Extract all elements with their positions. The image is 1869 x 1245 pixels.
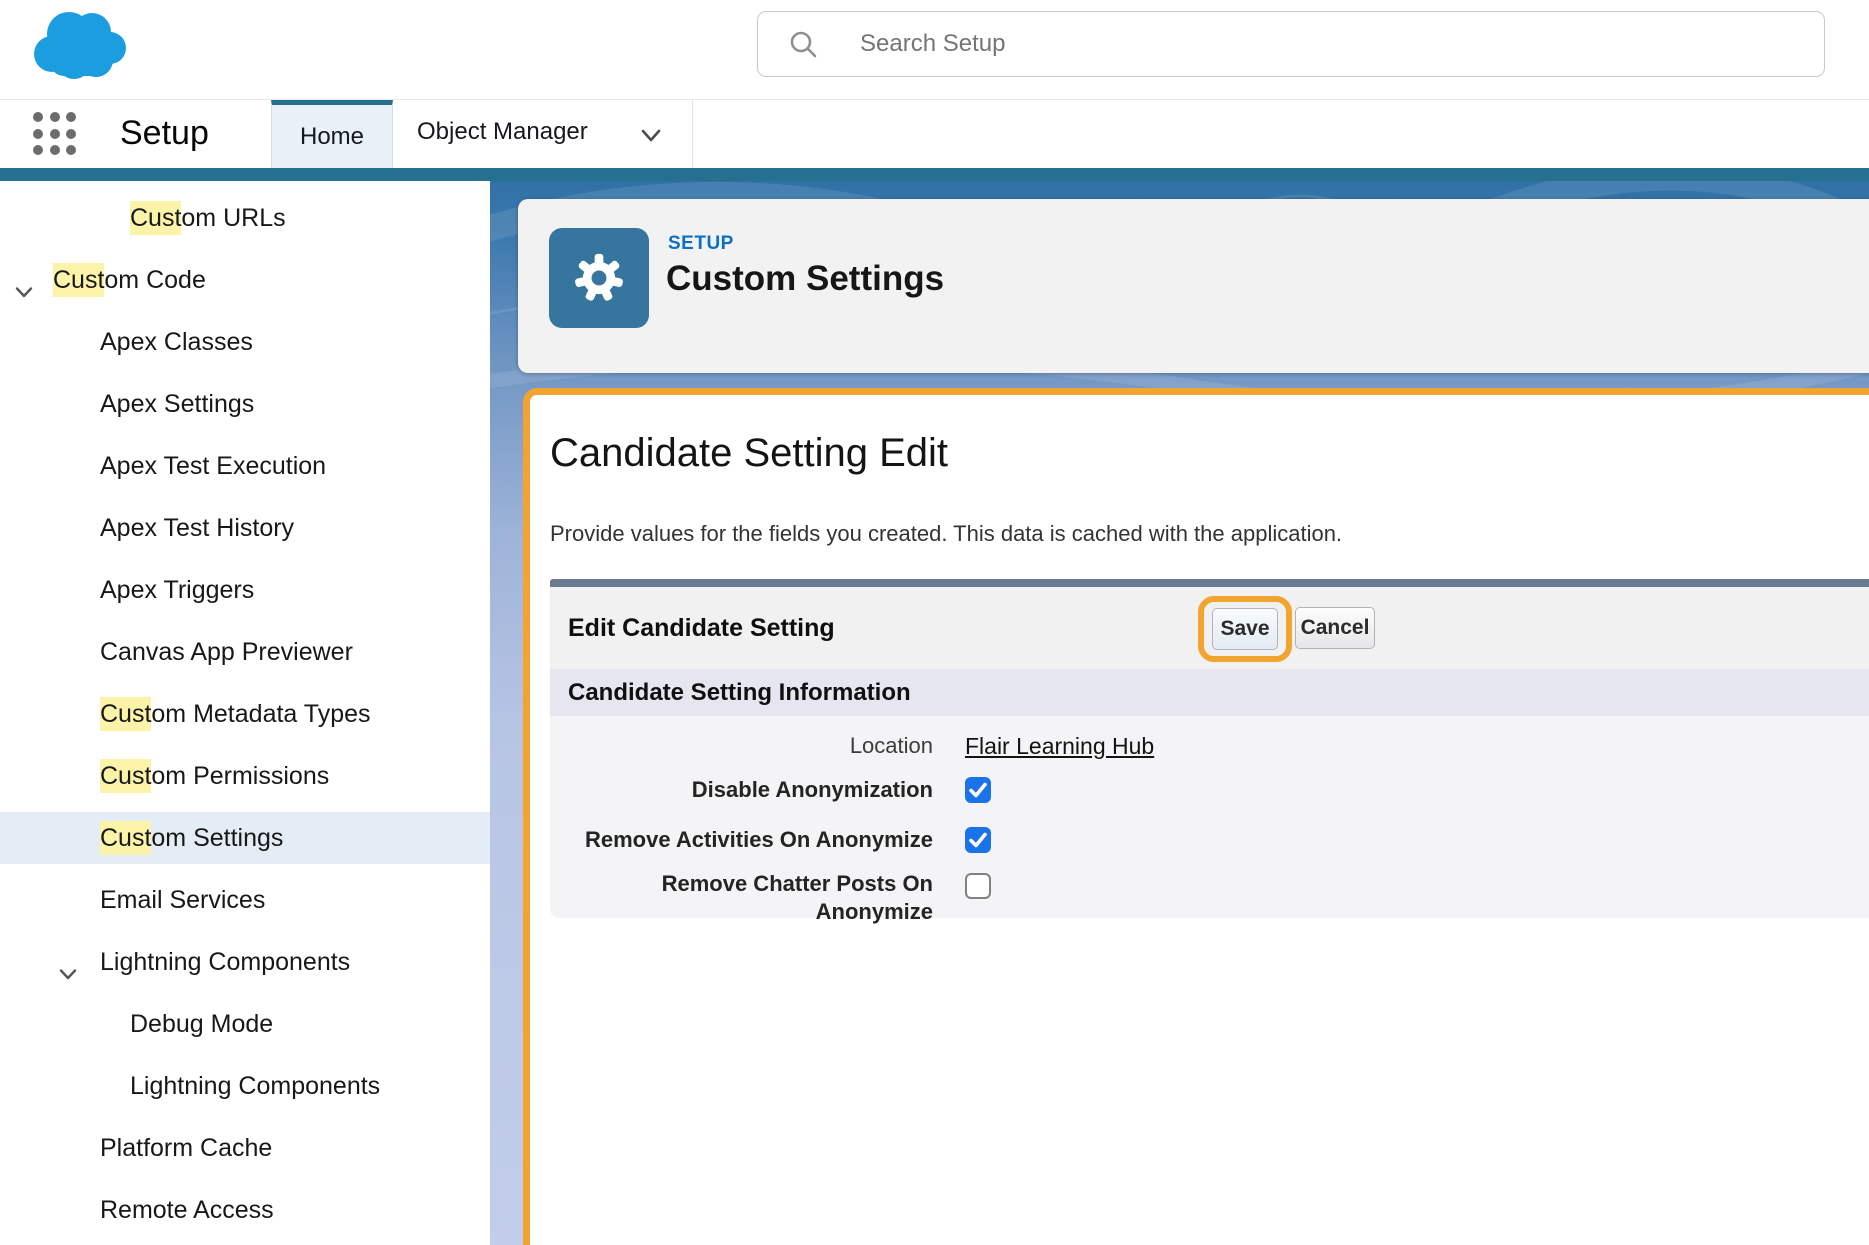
sidebar-item-label: Remote Access: [100, 1196, 274, 1224]
sidebar-item-canvas-app-previewer[interactable]: Canvas App Previewer: [0, 626, 490, 678]
tab-home-label: Home: [300, 123, 364, 150]
sidebar-item-label: Apex Test History: [100, 514, 294, 542]
checkbox-remove-activities-on-anonymize[interactable]: [965, 827, 991, 853]
field-rows: Location Flair Learning Hub Disable Anonym…: [550, 716, 1869, 918]
sidebar-item-label: Apex Settings: [100, 390, 254, 418]
sidebar-item-platform-cache[interactable]: Platform Cache: [0, 1122, 490, 1174]
save-button[interactable]: Save: [1212, 608, 1278, 650]
sidebar-item-label: Custom Metadata Types: [100, 697, 371, 731]
field-value: [933, 776, 991, 803]
app-name-label: Setup: [120, 100, 209, 168]
form-top-bar: [550, 579, 1869, 587]
salesforce-cloud-logo-icon[interactable]: [22, 2, 136, 88]
setup-nav-bar: Setup Home Object Manager: [0, 100, 1869, 168]
tab-object-manager[interactable]: Object Manager: [393, 100, 693, 168]
sidebar-item-remote-access[interactable]: Remote Access: [0, 1184, 490, 1236]
sidebar-item-label: Lightning Components: [100, 948, 350, 976]
sidebar-item-apex-test-execution[interactable]: Apex Test Execution: [0, 440, 490, 492]
salesforce-setup-page: Setup Home Object Manager Custom URLsCus…: [0, 0, 1869, 1245]
sidebar-item-apex-classes[interactable]: Apex Classes: [0, 316, 490, 368]
sidebar-item-label: Custom Permissions: [100, 759, 329, 793]
save-button-highlight-annotation: Save: [1198, 596, 1292, 662]
field-row-remove-chatter-posts-on-anonymize: Remove Chatter Posts On Anonymize: [550, 870, 991, 926]
sidebar-item-custom-metadata-types[interactable]: Custom Metadata Types: [0, 688, 490, 740]
sidebar-item-apex-settings[interactable]: Apex Settings: [0, 378, 490, 430]
app-launcher-waffle-icon[interactable]: [33, 112, 77, 156]
field-row-remove-activities-on-anonymize: Remove Activities On Anonymize: [550, 826, 991, 854]
field-row-location: Location Flair Learning Hub: [550, 732, 1154, 760]
sidebar-item-lightning-components[interactable]: Lightning Components: [0, 1060, 490, 1112]
nav-accent-strip: [0, 168, 1869, 181]
sidebar: Custom URLs Custom Code Apex Classes Apex S…: [0, 181, 490, 1245]
page-header-card: SETUP Custom Settings: [518, 199, 1869, 373]
field-value: [933, 826, 991, 853]
sidebar-item-label: Apex Classes: [100, 328, 253, 356]
field-label: Remove Activities On Anonymize: [550, 826, 933, 854]
field-link-flair-learning-hub[interactable]: Flair Learning Hub: [965, 732, 1154, 760]
field-label: Location: [550, 732, 933, 760]
content-title: Candidate Setting Edit: [550, 431, 948, 476]
gear-icon: [568, 247, 630, 309]
section-header: Candidate Setting Information: [550, 669, 1869, 716]
global-header: [0, 0, 1869, 100]
sidebar-item-label: Platform Cache: [100, 1134, 272, 1162]
field-value: [933, 870, 991, 899]
search-icon: [788, 29, 818, 59]
tab-object-manager-label: Object Manager: [417, 100, 588, 164]
search-highlight: Cust: [130, 201, 181, 235]
content-panel-highlighted: Candidate Setting Edit Provide values fo…: [523, 388, 1869, 1245]
sidebar-item-email-services[interactable]: Email Services: [0, 874, 490, 926]
field-value: Flair Learning Hub: [933, 732, 1154, 760]
sidebar-item-custom-permissions[interactable]: Custom Permissions: [0, 750, 490, 802]
sidebar-item-label: Apex Test Execution: [100, 452, 326, 480]
checkbox-disable-anonymization[interactable]: [965, 777, 991, 803]
tab-home[interactable]: Home: [271, 100, 393, 168]
sidebar-item-lightning-components[interactable]: Lightning Components: [0, 936, 490, 988]
chevron-down-icon[interactable]: [13, 269, 35, 291]
sidebar-item-label: Debug Mode: [130, 1010, 273, 1038]
form-header-title: Edit Candidate Setting: [568, 587, 835, 669]
page-eyebrow: SETUP: [668, 233, 734, 255]
search-highlight: Cust: [53, 263, 104, 297]
sidebar-item-apex-triggers[interactable]: Apex Triggers: [0, 564, 490, 616]
sidebar-item-custom-code[interactable]: Custom Code: [0, 254, 490, 306]
page-title: Custom Settings: [666, 259, 944, 299]
sidebar-item-label: Custom Code: [53, 263, 206, 297]
search-highlight: Cust: [100, 697, 151, 731]
content-description: Provide values for the fields you create…: [550, 521, 1342, 547]
sidebar-item-label: Lightning Components: [130, 1072, 380, 1100]
search-input[interactable]: [860, 30, 1740, 58]
sidebar-item-label: Email Services: [100, 886, 265, 914]
checkbox-remove-chatter-posts-on-anonymize[interactable]: [965, 873, 991, 899]
sidebar-item-label: Custom Settings: [100, 821, 283, 855]
sidebar-item-label: Custom URLs: [130, 201, 286, 235]
search-highlight: Cust: [100, 821, 151, 855]
cancel-button[interactable]: Cancel: [1295, 607, 1375, 649]
sidebar-item-label: Apex Triggers: [100, 576, 254, 604]
sidebar-item-custom-urls[interactable]: Custom URLs: [0, 192, 490, 244]
field-label: Remove Chatter Posts On Anonymize: [550, 870, 933, 926]
setup-gear-tile: [549, 228, 649, 328]
sidebar-item-custom-settings[interactable]: Custom Settings: [0, 812, 490, 864]
sidebar-item-label: Canvas App Previewer: [100, 638, 353, 666]
field-label: Disable Anonymization: [550, 776, 933, 804]
chevron-down-icon: [638, 122, 664, 148]
global-search-box: [757, 11, 1825, 77]
form-header: Edit Candidate Setting Save Cancel: [550, 587, 1869, 669]
section-title: Candidate Setting Information: [568, 679, 911, 706]
sidebar-item-apex-test-history[interactable]: Apex Test History: [0, 502, 490, 554]
field-row-disable-anonymization: Disable Anonymization: [550, 776, 991, 804]
chevron-down-icon[interactable]: [57, 951, 79, 973]
edit-form: Edit Candidate Setting Save Cancel Candi…: [550, 579, 1869, 918]
sidebar-item-debug-mode[interactable]: Debug Mode: [0, 998, 490, 1050]
search-highlight: Cust: [100, 759, 151, 793]
